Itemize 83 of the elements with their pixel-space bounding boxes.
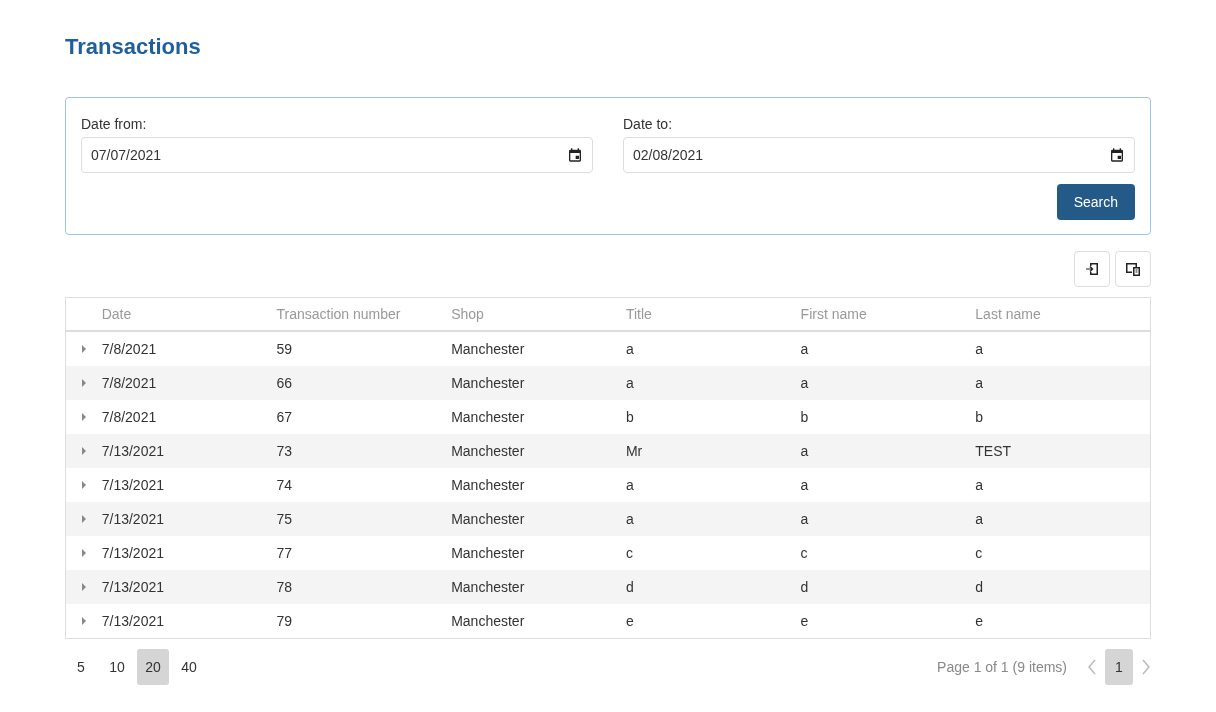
- table-cell: Manchester: [451, 374, 525, 391]
- caret-right-icon[interactable]: [80, 379, 87, 387]
- table-cell: a: [800, 476, 809, 493]
- table-cell: 7/8/2021: [101, 408, 157, 425]
- table-cell: 7/13/2021: [101, 612, 164, 629]
- caret-right-icon[interactable]: [80, 583, 87, 591]
- table-cell: c: [975, 544, 983, 561]
- table-cell: 7/13/2021: [101, 510, 164, 527]
- table-cell: d: [975, 578, 984, 595]
- column-chooser-button[interactable]: [1115, 251, 1151, 287]
- table-cell: Manchester: [451, 510, 525, 527]
- page-size-option[interactable]: 5: [65, 649, 97, 685]
- table-cell: Manchester: [451, 408, 525, 425]
- table-cell: a: [625, 374, 634, 391]
- table-cell: 78: [276, 578, 292, 595]
- table-cell: a: [800, 510, 809, 527]
- table-cell: 74: [276, 476, 292, 493]
- table-cell: 7/8/2021: [101, 374, 157, 391]
- table-cell: a: [975, 510, 984, 527]
- table-cell: 7/13/2021: [101, 544, 164, 561]
- table-cell: Manchester: [451, 340, 525, 357]
- chevron-left-icon[interactable]: [1087, 659, 1097, 675]
- table-cell: b: [625, 408, 634, 425]
- table-cell: 7/13/2021: [101, 578, 164, 595]
- search-button[interactable]: Search: [1056, 184, 1135, 220]
- table-cell: c: [625, 544, 633, 561]
- calendar-icon[interactable]: [567, 147, 583, 163]
- table-cell: e: [800, 612, 809, 629]
- table-cell: b: [800, 408, 809, 425]
- export-icon: [1084, 261, 1100, 277]
- page-size-option[interactable]: 40: [173, 649, 205, 685]
- table-cell: 75: [276, 510, 292, 527]
- table-cell: d: [625, 578, 634, 595]
- table-cell: c: [800, 544, 808, 561]
- table-cell: Manchester: [451, 476, 525, 493]
- page-info: Page 1 of 1 (9 items): [937, 657, 1067, 677]
- table-cell: Mr: [625, 442, 643, 459]
- caret-right-icon[interactable]: [80, 549, 87, 557]
- table-cell: a: [975, 340, 984, 357]
- table-cell: Manchester: [451, 612, 525, 629]
- table-cell: 73: [276, 442, 292, 459]
- table-cell: d: [800, 578, 809, 595]
- table-cell: 77: [276, 544, 292, 561]
- table-cell: 59: [276, 340, 292, 357]
- table-cell: a: [625, 340, 634, 357]
- table-cell: a: [800, 340, 809, 357]
- field-label: Date to:: [623, 115, 673, 134]
- caret-right-icon[interactable]: [80, 413, 87, 421]
- date-field[interactable]: 02/08/2021: [623, 137, 1135, 173]
- caret-right-icon[interactable]: [80, 515, 87, 523]
- table-cell: 66: [276, 374, 292, 391]
- table-cell: 7/13/2021: [101, 442, 164, 459]
- table-cell: a: [800, 442, 809, 459]
- table-cell: 7/8/2021: [101, 340, 157, 357]
- table-cell: 67: [276, 408, 292, 425]
- table-cell: b: [975, 408, 984, 425]
- table-cell: e: [625, 612, 634, 629]
- page-title: Transactions: [65, 33, 201, 61]
- table-cell: TEST: [975, 442, 1012, 459]
- export-button[interactable]: [1074, 251, 1110, 287]
- chevron-right-icon[interactable]: [1141, 659, 1151, 675]
- table-cell: a: [975, 476, 984, 493]
- table-cell: 79: [276, 612, 292, 629]
- field-label: Date from:: [81, 115, 147, 134]
- caret-right-icon[interactable]: [80, 617, 87, 625]
- table-cell: a: [625, 476, 634, 493]
- page-size-option[interactable]: 10: [101, 649, 133, 685]
- table-cell: Manchester: [451, 544, 525, 561]
- calendar-icon[interactable]: [1109, 147, 1125, 163]
- table-cell: Manchester: [451, 442, 525, 459]
- table-cell: 7/13/2021: [101, 476, 164, 493]
- table-cell: a: [625, 510, 634, 527]
- caret-right-icon[interactable]: [80, 345, 87, 353]
- table-cell: e: [975, 612, 984, 629]
- page-button[interactable]: 1: [1105, 649, 1133, 685]
- caret-right-icon[interactable]: [80, 447, 87, 455]
- date-field[interactable]: 07/07/2021: [81, 137, 593, 173]
- page-size-option[interactable]: 20: [137, 649, 169, 685]
- table-cell: a: [800, 374, 809, 391]
- table-cell: Manchester: [451, 578, 525, 595]
- columns-icon: [1125, 261, 1141, 277]
- caret-right-icon[interactable]: [80, 481, 87, 489]
- table-cell: a: [975, 374, 984, 391]
